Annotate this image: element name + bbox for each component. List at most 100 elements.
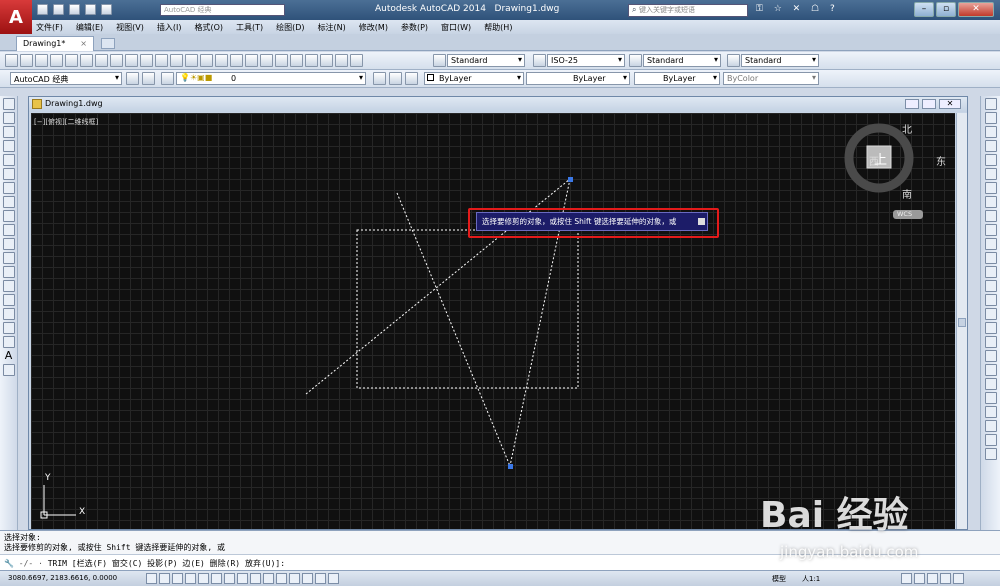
viewcube-top[interactable]: 上 — [874, 149, 887, 168]
bring-above-icon[interactable] — [984, 392, 997, 404]
draworder-icon[interactable] — [984, 350, 997, 362]
open-file-icon[interactable] — [20, 54, 33, 67]
dim-front-icon[interactable] — [984, 448, 997, 460]
grip-point[interactable] — [568, 177, 573, 182]
workspace-switch-icon[interactable] — [901, 573, 912, 584]
mirror-icon[interactable] — [984, 126, 997, 138]
array-icon[interactable] — [984, 154, 997, 166]
ellipse-arc-icon[interactable] — [2, 238, 15, 250]
scale-icon[interactable] — [984, 196, 997, 208]
explode-icon[interactable] — [984, 336, 997, 348]
model-space-canvas[interactable]: [−][俯视][二维线框] 北 南 东 西 上 WCS Y X — [31, 113, 955, 529]
make-block-icon[interactable] — [2, 266, 15, 278]
construction-line-icon[interactable] — [2, 112, 15, 124]
ducs-icon[interactable] — [250, 573, 261, 584]
break-icon[interactable] — [984, 266, 997, 278]
lineweight-icon[interactable] — [276, 573, 287, 584]
ortho-icon[interactable] — [185, 573, 196, 584]
search-input[interactable]: 键入关键字或短语 — [628, 4, 748, 17]
menu-format[interactable]: 格式(O) — [194, 22, 223, 33]
offset-icon[interactable] — [984, 140, 997, 152]
menu-insert[interactable]: 插入(I) — [157, 22, 182, 33]
transparency-icon[interactable] — [289, 573, 300, 584]
line-icon[interactable] — [2, 98, 15, 110]
quickcalc-icon[interactable] — [335, 54, 348, 67]
move-icon[interactable] — [984, 168, 997, 180]
close-tab-icon[interactable]: × — [80, 39, 87, 48]
new-tab-button[interactable] — [101, 38, 115, 49]
tab-drawing1[interactable]: Drawing1* × — [16, 36, 94, 51]
otrack-icon[interactable] — [237, 573, 248, 584]
spline-icon[interactable] — [2, 210, 15, 222]
pan-icon[interactable] — [200, 54, 213, 67]
menu-draw[interactable]: 绘图(D) — [276, 22, 304, 33]
polyline-icon[interactable] — [2, 126, 15, 138]
layer-states-icon[interactable] — [405, 72, 418, 85]
join-icon[interactable] — [984, 280, 997, 292]
preview-icon[interactable] — [65, 54, 78, 67]
undo-toolbar-icon[interactable] — [170, 54, 183, 67]
menu-tools[interactable]: 工具(T) — [236, 22, 263, 33]
hatch-back-icon[interactable] — [984, 434, 997, 446]
block-editor-icon[interactable] — [155, 54, 168, 67]
copy-object-icon[interactable] — [984, 112, 997, 124]
chamfer-icon[interactable] — [984, 294, 997, 306]
menu-dimension[interactable]: 标注(N) — [318, 22, 346, 33]
trim-icon[interactable] — [984, 224, 997, 236]
table-style-select[interactable]: Standard — [643, 54, 721, 67]
circle-icon[interactable] — [2, 182, 15, 194]
undo-icon[interactable] — [100, 4, 112, 15]
bring-front-icon[interactable] — [984, 364, 997, 376]
3d-osnap-icon[interactable] — [224, 573, 235, 584]
sheet-set-icon[interactable] — [305, 54, 318, 67]
properties-icon[interactable] — [260, 54, 273, 67]
selection-cycling-icon[interactable] — [315, 573, 326, 584]
region-icon[interactable] — [2, 322, 15, 334]
break-point-icon[interactable] — [984, 252, 997, 264]
make-current-icon[interactable] — [373, 72, 386, 85]
viewcube-north[interactable]: 北 — [902, 121, 912, 136]
wrench-icon[interactable]: 🔧 — [4, 559, 14, 568]
menu-window[interactable]: 窗口(W) — [441, 22, 471, 33]
workspace-save-icon[interactable] — [142, 72, 155, 85]
fillet-icon[interactable] — [984, 308, 997, 320]
ellipse-icon[interactable] — [2, 224, 15, 236]
add-selected-icon[interactable] — [2, 364, 15, 376]
coordinates-readout[interactable]: 3080.6697, 2183.6616, 0.0000 — [8, 574, 117, 582]
match-icon[interactable] — [140, 54, 153, 67]
scroll-thumb[interactable] — [958, 318, 966, 327]
grid-icon[interactable] — [172, 573, 183, 584]
layer-properties-icon[interactable] — [161, 72, 174, 85]
erase-icon[interactable] — [984, 98, 997, 110]
color-select[interactable]: ByLayer — [424, 72, 524, 85]
copy-icon[interactable] — [110, 54, 123, 67]
zoom-previous-icon[interactable] — [245, 54, 258, 67]
mleader-style-select[interactable]: Standard — [741, 54, 819, 67]
save-icon[interactable] — [68, 4, 80, 15]
dyn-icon[interactable] — [263, 573, 274, 584]
viewcube-east[interactable]: 东 — [936, 153, 946, 168]
design-center-icon[interactable] — [275, 54, 288, 67]
minimize-button[interactable]: – — [914, 2, 934, 17]
menu-view[interactable]: 视图(V) — [116, 22, 144, 33]
layer-previous-icon[interactable] — [389, 72, 402, 85]
revcloud-icon[interactable] — [2, 196, 15, 208]
point-icon[interactable] — [2, 280, 15, 292]
restore-button[interactable]: ▫ — [936, 2, 956, 17]
hardware-accel-icon[interactable] — [927, 573, 938, 584]
isolate-icon[interactable] — [940, 573, 951, 584]
save-file-icon[interactable] — [35, 54, 48, 67]
lock-icon[interactable] — [914, 573, 925, 584]
rotate-icon[interactable] — [984, 182, 997, 194]
menu-modify[interactable]: 修改(M) — [359, 22, 388, 33]
publish-icon[interactable] — [80, 54, 93, 67]
qnew-icon[interactable] — [5, 54, 18, 67]
drawing-close-button[interactable]: ✕ — [939, 99, 961, 109]
vertical-scrollbar[interactable] — [956, 113, 967, 529]
workspace-select[interactable]: AutoCAD 经典 — [10, 72, 122, 85]
cut-icon[interactable] — [95, 54, 108, 67]
workspace-quick-select[interactable]: AutoCAD 经典 — [160, 4, 285, 16]
markup-icon[interactable] — [320, 54, 333, 67]
zoom-realtime-icon[interactable] — [215, 54, 228, 67]
zoom-window-icon[interactable] — [230, 54, 243, 67]
